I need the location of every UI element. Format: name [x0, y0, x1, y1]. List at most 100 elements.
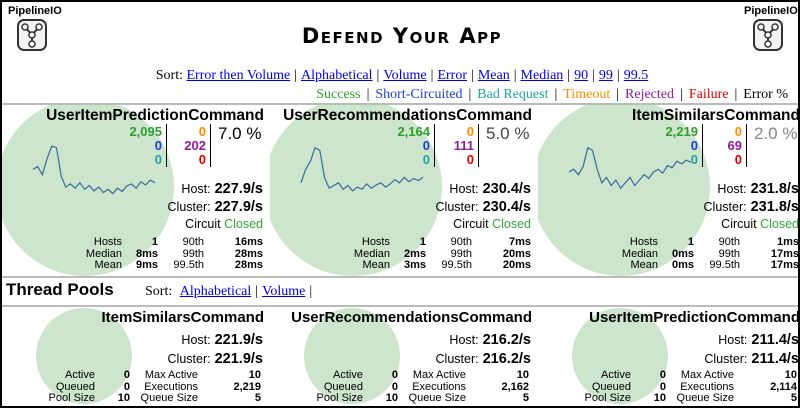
circuit-label: Circuit — [185, 217, 221, 231]
bad-request-count: 0 — [690, 152, 698, 167]
failure-count: 0 — [734, 152, 742, 167]
host-label: Host: — [181, 333, 211, 347]
pool-stat-value: 0 — [391, 369, 398, 381]
pool-stat-label: Queue Size — [408, 392, 466, 404]
sort-mean[interactable]: Mean — [478, 68, 510, 83]
percentile-label: 90th — [182, 236, 204, 248]
sort-alphabetical[interactable]: Alphabetical — [301, 68, 373, 83]
tp-sort-alphabetical[interactable]: Alphabetical — [180, 284, 252, 299]
success-count: 2,219 — [665, 124, 698, 139]
cluster-rate: 231.8/s — [750, 199, 799, 215]
rejected-count: 202 — [184, 138, 206, 153]
pool-stat-label: Active — [601, 369, 631, 381]
percentile-label: 90th — [718, 236, 740, 248]
legend-success: Success — [316, 87, 361, 102]
sort-90[interactable]: 90 — [574, 68, 588, 83]
host-label: Host: — [717, 182, 747, 196]
host-rate: 227.9/s — [214, 181, 263, 197]
count-divider — [478, 124, 479, 167]
legend-error-pct: Error % — [743, 87, 788, 102]
sort-median[interactable]: Median — [521, 68, 564, 83]
percentile-value: 1ms — [776, 236, 799, 248]
host-label: Host: — [449, 182, 479, 196]
dashboard-frame: PipelineIO PipelineIO Defend Your App So… — [0, 0, 800, 408]
cluster-rate: 211.4/s — [751, 351, 799, 367]
cluster-label: Cluster: — [435, 352, 479, 366]
pool-stat-label: Pool Size — [584, 392, 631, 404]
pool-stat-value: 10 — [117, 392, 130, 404]
cluster-label: Cluster: — [167, 352, 211, 366]
thread-pool-card: ItemSimilarsCommand Host: 221.9/s Cluster… — [2, 308, 268, 406]
sort-error-then-volume[interactable]: Error then Volume — [187, 68, 291, 83]
page-title: Defend Your App — [301, 24, 503, 48]
count-divider — [434, 124, 435, 167]
command-name: ItemSimilarsCommand — [632, 107, 800, 124]
circuit-label: Circuit — [453, 217, 489, 231]
stat-label: Mean — [362, 259, 390, 271]
sort-volume[interactable]: Volume — [383, 68, 426, 83]
pool-name: UserRecommendationsCommand — [291, 309, 532, 326]
percentile-value: 17ms — [770, 259, 799, 271]
cluster-rate: 221.9/s — [214, 351, 263, 367]
divider — [2, 305, 798, 307]
command-name: UserItemPredictionCommand — [46, 107, 264, 124]
legend-failure: Failure — [688, 87, 729, 102]
sort-bar: Sort: Error then Volume | Alphabetical | Vol… — [155, 68, 649, 83]
legend-rejected: Rejected — [625, 87, 675, 102]
pool-stat-value: 10 — [516, 369, 529, 381]
pool-stat-label: Active — [333, 369, 363, 381]
percentile-label: 99.5th — [441, 259, 472, 271]
thread-pools-sort-bar: Sort: Alphabetical | Volume | — [145, 284, 313, 299]
stat-label: Mean — [94, 259, 122, 271]
tp-sort-label: Sort: — [145, 284, 173, 299]
circuit-status: Closed — [492, 217, 531, 231]
circuit-card: UserRecommendationsCommand 2,164 0 0 0 1… — [270, 104, 536, 276]
host-label: Host: — [449, 333, 479, 347]
pool-stat-value: 5 — [522, 392, 529, 404]
thread-pool-card: UserItemPredictionCommand Host: 211.4/s C… — [538, 308, 800, 406]
percentile-value: 20ms — [502, 259, 531, 271]
sort-99-5[interactable]: 99.5 — [624, 68, 649, 83]
host-rate: 231.8/s — [750, 181, 799, 197]
command-name: UserRecommendationsCommand — [283, 107, 532, 124]
cluster-label: Cluster: — [703, 200, 747, 214]
pool-name: UserItemPredictionCommand — [589, 309, 800, 326]
pool-stat-value: 5 — [790, 392, 797, 404]
success-count: 2,095 — [129, 124, 162, 139]
count-divider — [166, 124, 167, 167]
latency-stats: Hosts 1 90th 1ms Median 0ms 99th 17ms Me… — [538, 236, 799, 273]
count-divider — [210, 124, 211, 167]
stat-value: 9ms — [135, 259, 158, 271]
stat-label: Mean — [630, 259, 658, 271]
failure-count: 0 — [466, 152, 474, 167]
short-circuited-count: 0 — [154, 138, 162, 153]
error-percentage: 5.0 % — [486, 124, 530, 143]
count-divider — [702, 124, 703, 167]
timeout-count: 0 — [466, 124, 474, 139]
timeout-count: 0 — [734, 124, 742, 139]
pool-stat-value: 0 — [659, 369, 666, 381]
stat-value: 3ms — [403, 259, 426, 271]
sort-error[interactable]: Error — [437, 68, 467, 83]
short-circuited-count: 0 — [690, 138, 698, 153]
failure-count: 0 — [198, 152, 206, 167]
percentile-label: 90th — [450, 236, 472, 248]
pool-stat-label: Active — [65, 369, 95, 381]
tp-sort-volume[interactable]: Volume — [262, 284, 305, 299]
pool-stat-label: Queue Size — [676, 392, 734, 404]
circuit-label: Circuit — [721, 217, 757, 231]
bad-request-count: 0 — [154, 152, 162, 167]
thread-pool-card: UserRecommendationsCommand Host: 216.2/s … — [270, 308, 536, 406]
cluster-rate: 216.2/s — [482, 351, 531, 367]
circuit-status: Closed — [760, 217, 799, 231]
stat-value: 1 — [151, 236, 158, 248]
rejected-count: 111 — [453, 138, 474, 153]
sort-99[interactable]: 99 — [599, 68, 613, 83]
legend-bad-request: Bad Request — [477, 87, 549, 102]
pool-stat-value: 10 — [784, 369, 797, 381]
pool-stat-value: 0 — [123, 369, 130, 381]
logo-text: PipelineIO — [8, 5, 62, 17]
stat-label: Hosts — [629, 236, 658, 248]
pool-stat-label: Pool Size — [48, 392, 95, 404]
success-count: 2,164 — [397, 124, 430, 139]
